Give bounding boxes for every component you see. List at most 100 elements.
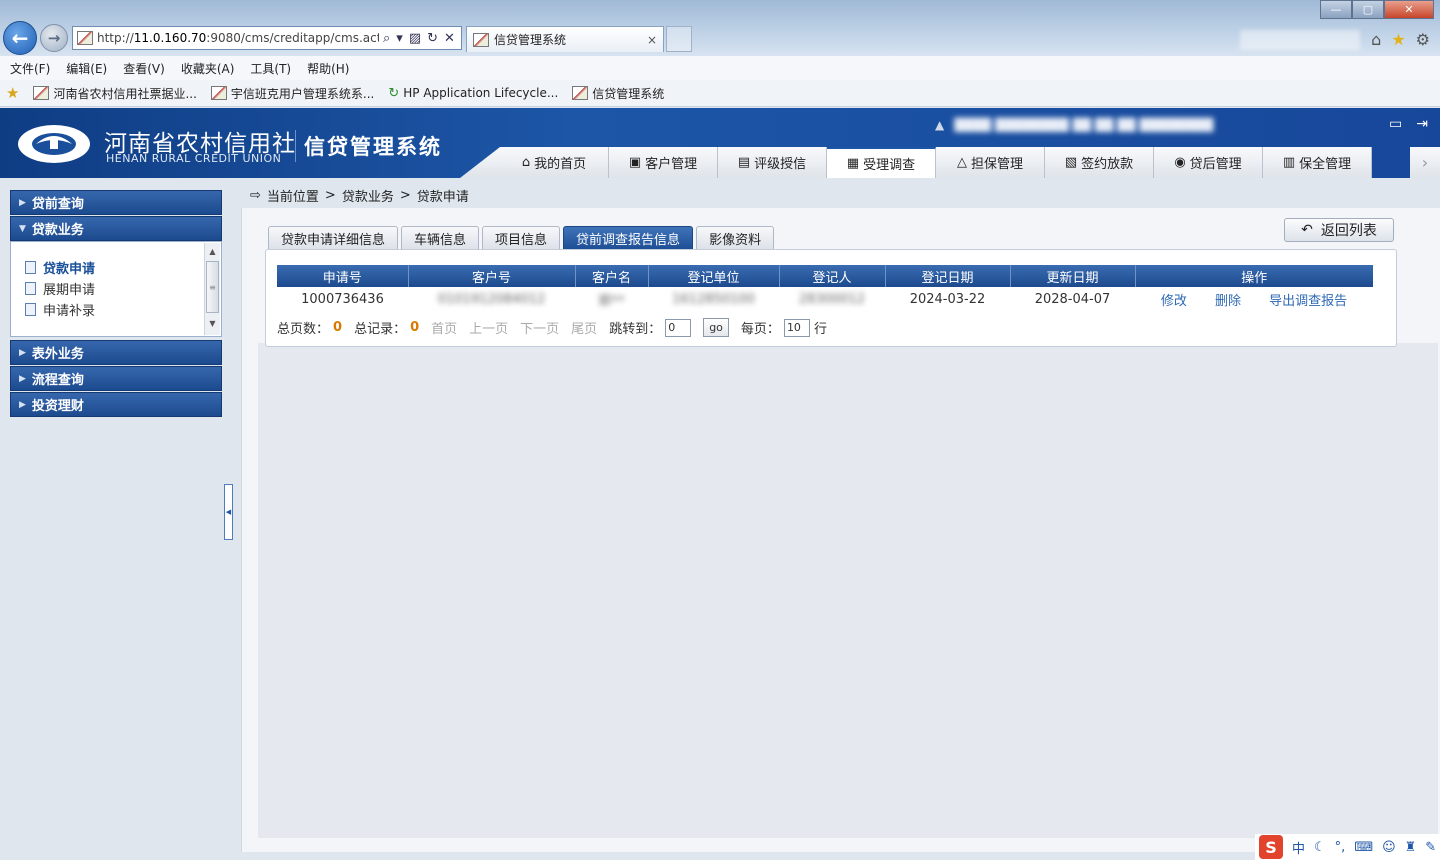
jump-label: 跳转到： (609, 322, 662, 337)
browser-tab[interactable]: 信贷管理系统 × (466, 26, 664, 52)
wrench-icon[interactable]: ✎ (1425, 840, 1436, 855)
scroll-down-icon[interactable]: ▼ (205, 315, 220, 331)
blurred-area (1240, 30, 1360, 50)
tab-vehicle-info[interactable]: 车辆信息 (401, 226, 480, 249)
tab-close-icon[interactable]: × (647, 33, 657, 47)
per-page-input[interactable]: 10 (783, 318, 810, 337)
address-bar[interactable]: http://11.0.160.70:9080/cms/creditapp/cm… (72, 26, 462, 50)
sidebar-item-extension-apply[interactable]: 展期申请 (11, 278, 221, 299)
back-button[interactable]: ← (3, 21, 37, 55)
tab-application-detail[interactable]: 贷款申请详细信息 (268, 226, 399, 249)
nav-tab-rating[interactable]: ▤ 评级授信 (718, 147, 827, 178)
home-icon[interactable]: ⌂ (1371, 30, 1381, 49)
user-icon: ▲ (935, 118, 945, 132)
customer-icon: ▣ (628, 155, 642, 170)
stop-icon[interactable]: ✕ (444, 31, 455, 46)
skin-icon[interactable]: ♜ (1405, 840, 1417, 855)
triangle-right-icon: ▶ (19, 373, 26, 384)
sidebar-section-preloan-query[interactable]: ▶ 贷前查询 (10, 190, 222, 215)
cell-customer-name: 郭** (598, 293, 625, 309)
compat-view-icon[interactable]: ▨ (409, 31, 421, 46)
moon-icon[interactable]: ☾ (1314, 840, 1326, 855)
nav-tab-contract[interactable]: ▧ 签约放款 (1045, 147, 1154, 178)
sidebar-section-process-query[interactable]: ▶ 流程查询 (10, 366, 222, 391)
scroll-thumb[interactable]: ≡ (206, 261, 219, 313)
cell-update-date: 2028-04-07 (1034, 291, 1111, 307)
breadcrumb-loan-business[interactable]: 贷款业务 (342, 186, 394, 205)
credit-union-logo (18, 125, 90, 163)
nav-tab-home[interactable]: ⌂ 我的首页 (500, 147, 609, 178)
next-page-link[interactable]: 下一页 (520, 318, 559, 337)
tab-survey-report[interactable]: 贷前调查报告信息 (563, 226, 694, 249)
menu-favorites[interactable]: 收藏夹(A) (181, 60, 235, 77)
favorites-star-icon[interactable]: ★ (1391, 30, 1405, 49)
favorite-link-1[interactable]: 河南省农村信用社票据业... (33, 85, 197, 102)
breadcrumb-separator: > (399, 188, 411, 203)
favorites-bar: ★ 河南省农村信用社票据业... 宇信班克用户管理系统系... ↻ HP Appl… (0, 80, 1440, 107)
go-button[interactable]: go (703, 318, 729, 337)
post-loan-icon: ◉ (1174, 155, 1186, 170)
sidebar-item-supplement[interactable]: 申请补录 (11, 299, 221, 320)
prev-page-link[interactable]: 上一页 (469, 318, 508, 337)
nav-tab-preserve[interactable]: ▥ 保全管理 (1263, 147, 1372, 178)
breadcrumb: ⇨ 当前位置 > 贷款业务 > 贷款申请 (250, 186, 469, 205)
logout-icon[interactable]: ⇥ (1416, 116, 1428, 132)
brand-divider (295, 130, 296, 162)
first-page-link[interactable]: 首页 (431, 318, 457, 337)
triangle-down-icon: ▼ (19, 223, 26, 234)
page-icon (33, 86, 50, 100)
favorites-add-icon[interactable]: ★ (6, 84, 19, 102)
user-info: ▲ ████ ████████ ██ ██ ██ ████████ (935, 114, 1255, 136)
delete-link[interactable]: 删除 (1215, 294, 1241, 309)
return-list-button[interactable]: ↶ 返回列表 (1284, 218, 1394, 242)
nav-tab-post-loan[interactable]: ◉ 贷后管理 (1154, 147, 1263, 178)
maximize-button[interactable]: ▢ (1352, 0, 1384, 19)
sidebar-item-loan-apply[interactable]: 贷款申请 (11, 257, 221, 278)
address-url[interactable]: http://11.0.160.70:9080/cms/creditapp/cm… (97, 31, 379, 45)
guarantee-icon: △ (956, 155, 967, 170)
export-report-link[interactable]: 导出调查报告 (1269, 294, 1347, 309)
menu-tools[interactable]: 工具(T) (250, 60, 291, 77)
menu-view[interactable]: 查看(V) (123, 60, 165, 77)
last-page-link[interactable]: 尾页 (571, 318, 597, 337)
search-icon[interactable]: ⌕ (383, 31, 390, 46)
menu-help[interactable]: 帮助(H) (307, 60, 349, 77)
punctuation-icon[interactable]: °, (1335, 840, 1346, 855)
sidebar-collapse-handle[interactable]: ◀ (224, 484, 233, 540)
scroll-up-icon[interactable]: ▲ (205, 243, 220, 259)
nav-tab-survey[interactable]: ▦ 受理调查 (827, 147, 936, 178)
menu-file[interactable]: 文件(F) (10, 60, 50, 77)
tab-project-info[interactable]: 项目信息 (482, 226, 561, 249)
sidebar: ▶ 贷前查询 ▼ 贷款业务 贷款申请 展期申请 申请补录 ▲ ≡ ▼ ▶ 表外业务 ▶… (10, 188, 222, 418)
keyboard-icon[interactable]: ⌨ (1354, 840, 1373, 855)
forward-button[interactable]: → (40, 24, 68, 52)
refresh-icon[interactable]: ↻ (427, 31, 438, 46)
dropdown-icon[interactable]: ▾ (396, 31, 403, 46)
sidebar-section-loan-business[interactable]: ▼ 贷款业务 (10, 216, 222, 241)
new-tab-button[interactable] (666, 26, 692, 52)
favorite-link-4[interactable]: 信贷管理系统 (572, 85, 664, 102)
favorite-link-2[interactable]: 宇信班克用户管理系统系... (210, 85, 374, 102)
user-icon[interactable]: ☺ (1382, 840, 1396, 855)
ime-language[interactable]: 中 (1292, 838, 1305, 857)
menu-edit[interactable]: 编辑(E) (66, 60, 107, 77)
sidebar-section-investment[interactable]: ▶ 投资理财 (10, 392, 222, 417)
jump-page-input[interactable]: 0 (665, 318, 692, 337)
nav-tab-guarantee[interactable]: △ 担保管理 (936, 147, 1045, 178)
monitor-icon[interactable]: ▭ (1389, 116, 1402, 132)
minimize-button[interactable]: — (1320, 0, 1352, 19)
col-app-no: 申请号 (277, 265, 409, 287)
cell-customer-no: 0101912084012 (437, 291, 546, 307)
total-records-label: 总记录： (354, 322, 407, 337)
favorite-link-3[interactable]: ↻ HP Application Lifecycle... (388, 86, 558, 101)
nav-tab-customer[interactable]: ▣ 客户管理 (609, 147, 718, 178)
edit-link[interactable]: 修改 (1161, 294, 1187, 309)
ime-toolbar: S 中 ☾ °, ⌨ ☺ ♜ ✎ (1255, 834, 1440, 860)
nav-scroll-right-button[interactable]: › (1410, 147, 1440, 178)
close-button[interactable]: ✕ (1384, 0, 1434, 19)
sogou-logo-icon[interactable]: S (1259, 835, 1283, 859)
tab-image-materials[interactable]: 影像资料 (696, 226, 775, 249)
gear-icon[interactable]: ⚙ (1416, 30, 1430, 49)
sidebar-scrollbar[interactable]: ▲ ≡ ▼ (204, 243, 220, 335)
sidebar-section-off-balance[interactable]: ▶ 表外业务 (10, 340, 222, 365)
